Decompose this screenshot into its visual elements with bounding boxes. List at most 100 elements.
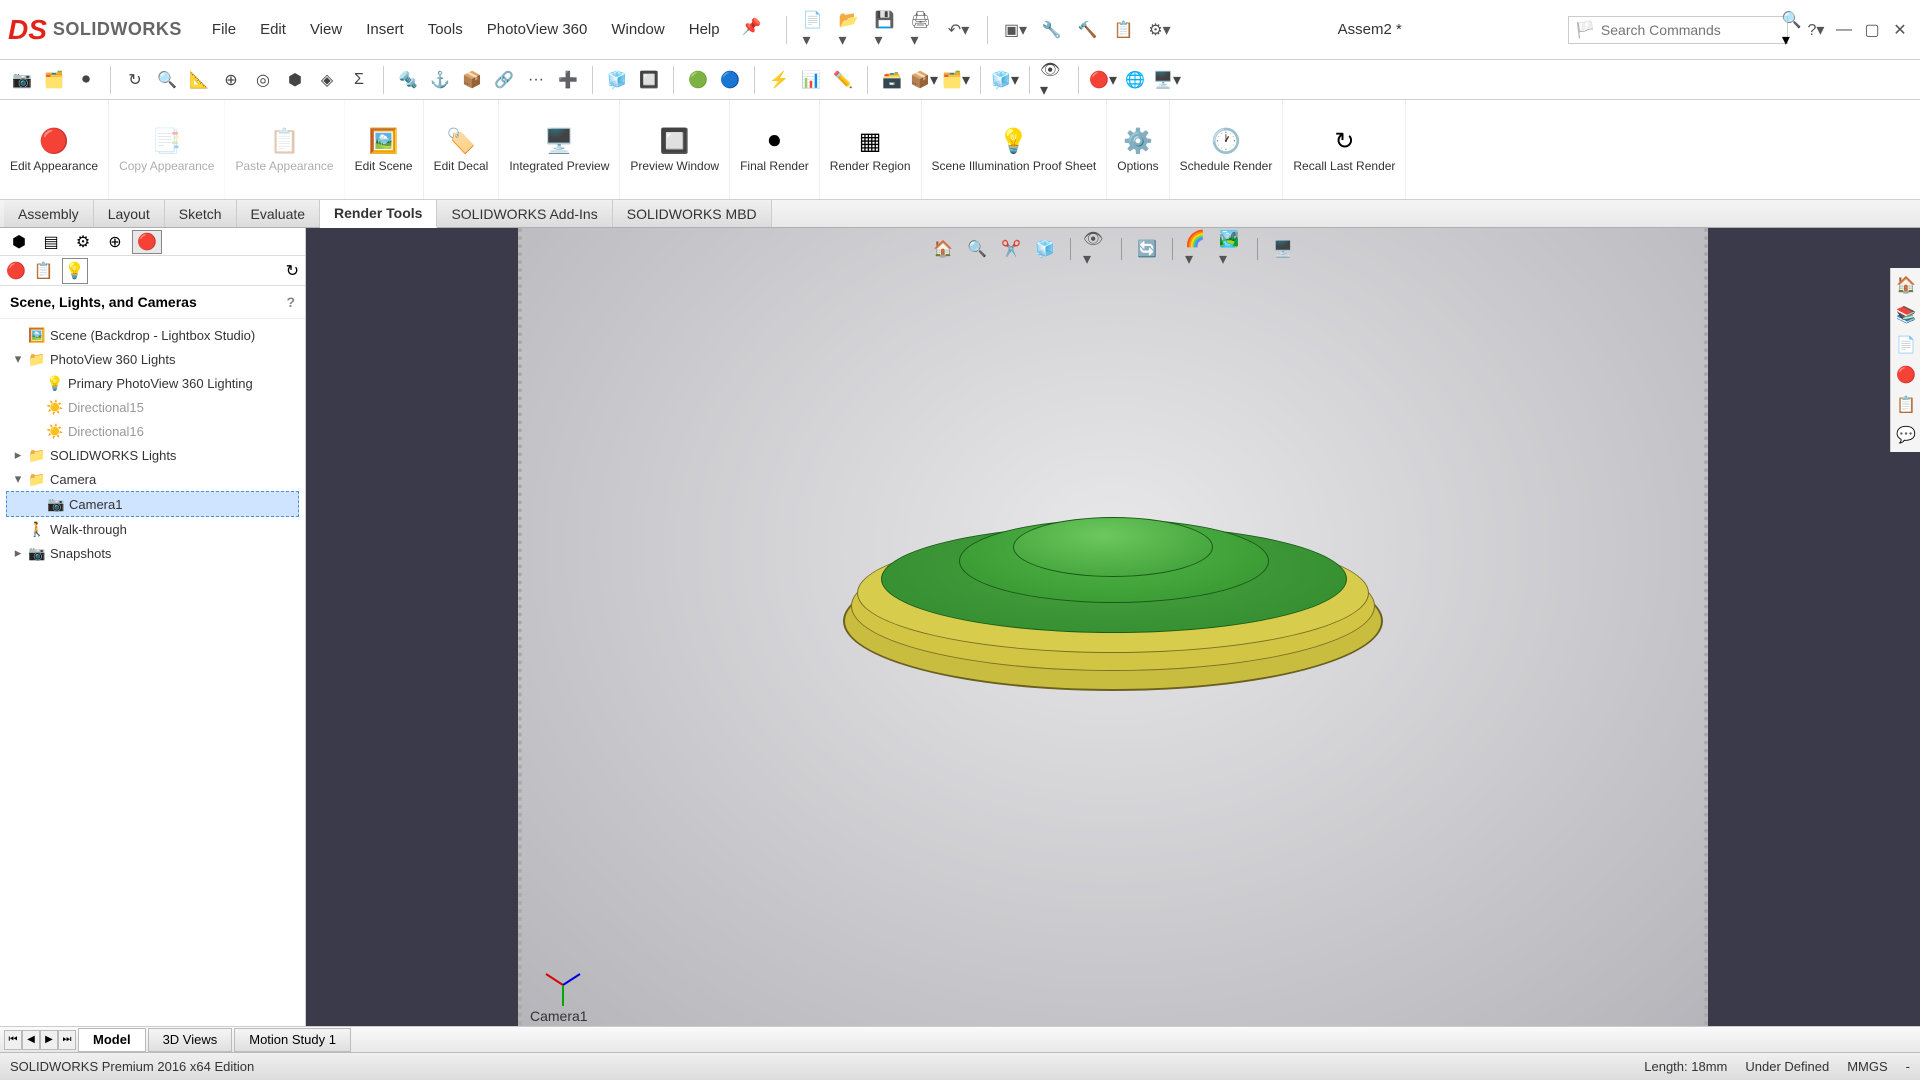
rp-home-icon[interactable]: 🏠 <box>1893 272 1919 298</box>
menu-view[interactable]: View <box>300 17 352 42</box>
tool25-icon[interactable]: 🧊▾ <box>991 66 1019 94</box>
ribbon-schedule-render[interactable]: 🕐Schedule Render <box>1170 100 1284 199</box>
tool2-icon[interactable]: 🔍 <box>153 66 181 94</box>
tree-toggle-icon[interactable]: ▾ <box>12 351 24 367</box>
vt-section-icon[interactable]: ✂️ <box>998 236 1024 262</box>
menu-help[interactable]: Help <box>679 17 730 42</box>
tool6-icon[interactable]: ⬢ <box>281 66 309 94</box>
menu-tools[interactable]: Tools <box>418 17 473 42</box>
tool8-icon[interactable]: Σ <box>345 66 373 94</box>
tab-evaluate[interactable]: Evaluate <box>237 200 320 227</box>
ft-scene-icon[interactable]: 🔴 <box>6 261 26 281</box>
tab-layout[interactable]: Layout <box>94 200 165 227</box>
undo-icon[interactable]: ↶▾ <box>947 18 971 42</box>
camera-tool-icon[interactable]: 📷 <box>8 66 36 94</box>
rebuild2-icon[interactable]: 🔨 <box>1076 18 1100 42</box>
vt-appearance-icon[interactable]: 🌈▾ <box>1185 236 1211 262</box>
close-icon[interactable]: ✕ <box>1888 18 1912 42</box>
record-icon[interactable]: ⏺ <box>72 66 100 94</box>
nav-last-icon[interactable]: ⏭ <box>58 1030 76 1050</box>
tool15-icon[interactable]: 🧊 <box>603 66 631 94</box>
ribbon-render-region[interactable]: ▦Render Region <box>820 100 922 199</box>
help-icon[interactable]: ?▾ <box>1804 18 1828 42</box>
tree-node[interactable]: ▾📁PhotoView 360 Lights <box>6 347 299 371</box>
tree-node[interactable]: ▸📷Snapshots <box>6 541 299 565</box>
ft-refresh-icon[interactable]: ↻ <box>286 261 299 281</box>
search-input[interactable] <box>1601 22 1782 38</box>
tree-node[interactable]: ▾📁Camera <box>6 467 299 491</box>
tool17-icon[interactable]: 🟢 <box>684 66 712 94</box>
tree-node[interactable]: ☀️Directional15 <box>6 395 299 419</box>
tool18-icon[interactable]: 🔵 <box>716 66 744 94</box>
maximize-icon[interactable]: ▢ <box>1860 18 1884 42</box>
new-doc-icon[interactable]: 📄▾ <box>803 18 827 42</box>
ft-tab-config-icon[interactable]: ⚙ <box>68 230 98 254</box>
rp-lib-icon[interactable]: 📚 <box>1893 302 1919 328</box>
viewport[interactable]: 🏠 🔍 ✂️ 🧊 👁▾ 🔄 🌈▾ 🏞️▾ 🖥️ <box>518 228 1708 1026</box>
vt-orient-icon[interactable]: 🏠 <box>930 236 956 262</box>
tree-node[interactable]: 🚶Walk-through <box>6 517 299 541</box>
tool21-icon[interactable]: ✏️ <box>829 66 857 94</box>
vt-settings-icon[interactable]: 🖥️ <box>1270 236 1296 262</box>
tree-node[interactable]: ▸📁SOLIDWORKS Lights <box>6 443 299 467</box>
rp-prop-icon[interactable]: 📋 <box>1893 392 1919 418</box>
search-commands[interactable]: 🏳️ 🔍▾ <box>1568 16 1788 44</box>
tab-render-tools[interactable]: Render Tools <box>320 200 437 228</box>
vt-hide-icon[interactable]: 👁▾ <box>1083 236 1109 262</box>
select-icon[interactable]: ▣▾ <box>1004 18 1028 42</box>
ft-decal-icon[interactable]: 📋 <box>34 261 54 281</box>
tool20-icon[interactable]: 📊 <box>797 66 825 94</box>
tool24-icon[interactable]: 🗂️▾ <box>942 66 970 94</box>
tool14-icon[interactable]: ➕ <box>554 66 582 94</box>
tool4-icon[interactable]: ⊕ <box>217 66 245 94</box>
nav-prev-icon[interactable]: ◀ <box>22 1030 40 1050</box>
bottom-tab-model[interactable]: Model <box>78 1028 146 1052</box>
ribbon-options[interactable]: ⚙️Options <box>1107 100 1169 199</box>
ft-tab-dimxpert-icon[interactable]: ⊕ <box>100 230 130 254</box>
rebuild-icon[interactable]: 🔧 <box>1040 18 1064 42</box>
ribbon-preview-window[interactable]: 🔲Preview Window <box>620 100 730 199</box>
ft-tab-display-icon[interactable]: 🔴 <box>132 230 162 254</box>
menu-edit[interactable]: Edit <box>250 17 296 42</box>
ft-tab-feature-icon[interactable]: ⬢ <box>4 230 34 254</box>
print-icon[interactable]: 🖨▾ <box>911 18 935 42</box>
ribbon-scene-illum[interactable]: 💡Scene Illumination Proof Sheet <box>922 100 1108 199</box>
vt-scene-icon[interactable]: 🏞️▾ <box>1219 236 1245 262</box>
tool22-icon[interactable]: 🗃️ <box>878 66 906 94</box>
tool16-icon[interactable]: 🔲 <box>635 66 663 94</box>
tool13-icon[interactable]: ··· <box>522 66 550 94</box>
save-icon[interactable]: 💾▾ <box>875 18 899 42</box>
bottom-tab-3dviews[interactable]: 3D Views <box>148 1028 233 1052</box>
nav-next-icon[interactable]: ▶ <box>40 1030 58 1050</box>
menu-window[interactable]: Window <box>601 17 674 42</box>
tool19-icon[interactable]: ⚡ <box>765 66 793 94</box>
ribbon-integrated-preview[interactable]: 🖥️Integrated Preview <box>499 100 620 199</box>
ribbon-final-render[interactable]: ⏺Final Render <box>730 100 820 199</box>
ribbon-recall-last[interactable]: ↻Recall Last Render <box>1283 100 1406 199</box>
tool7-icon[interactable]: ◈ <box>313 66 341 94</box>
rp-view-icon[interactable]: 📄 <box>1893 332 1919 358</box>
minimize-icon[interactable]: — <box>1832 18 1856 42</box>
tool23-icon[interactable]: 📦▾ <box>910 66 938 94</box>
nav-first-icon[interactable]: ⏮ <box>4 1030 22 1050</box>
tab-assembly[interactable]: Assembly <box>4 200 94 227</box>
vt-rotate-icon[interactable]: 🔄 <box>1134 236 1160 262</box>
tool1-icon[interactable]: ↻ <box>121 66 149 94</box>
snapshot-icon[interactable]: 🗂️ <box>40 66 68 94</box>
tab-sketch[interactable]: Sketch <box>165 200 237 227</box>
tab-addins[interactable]: SOLIDWORKS Add-Ins <box>437 200 612 227</box>
menu-insert[interactable]: Insert <box>356 17 414 42</box>
status-extra[interactable]: - <box>1906 1059 1910 1074</box>
tool26-icon[interactable]: 👁▾ <box>1040 66 1068 94</box>
tool29-icon[interactable]: 🖥️▾ <box>1153 66 1181 94</box>
vt-zoom-icon[interactable]: 🔍 <box>964 236 990 262</box>
tree-node[interactable]: ☀️Directional16 <box>6 419 299 443</box>
rp-appear-icon[interactable]: 🔴 <box>1893 362 1919 388</box>
ribbon-edit-decal[interactable]: 🏷️Edit Decal <box>424 100 500 199</box>
tree-node[interactable]: 🖼️Scene (Backdrop - Lightbox Studio) <box>6 323 299 347</box>
tree-toggle-icon[interactable]: ▸ <box>12 545 24 561</box>
ft-lights-selected-icon[interactable]: 💡 <box>62 258 88 284</box>
rp-forum-icon[interactable]: 💬 <box>1893 422 1919 448</box>
pin-icon[interactable]: 📌 <box>742 17 762 42</box>
ft-tab-property-icon[interactable]: ▤ <box>36 230 66 254</box>
